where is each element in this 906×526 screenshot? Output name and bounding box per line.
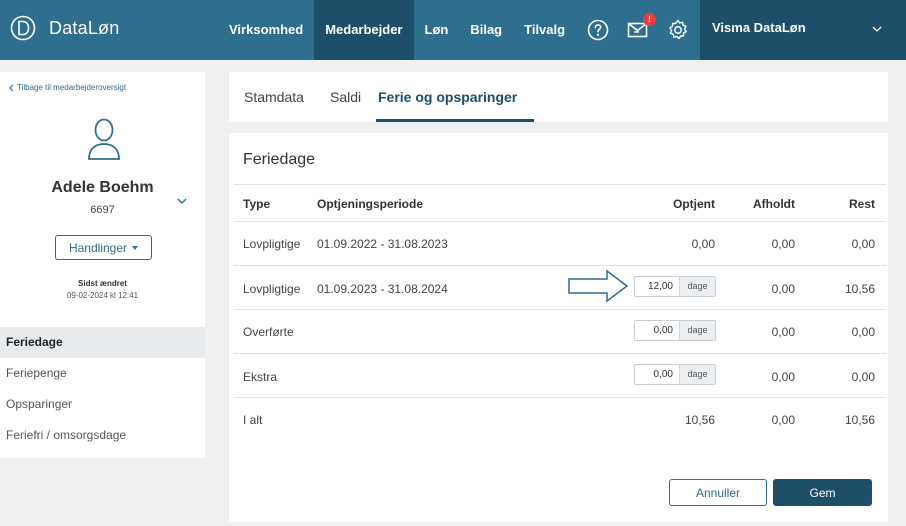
transferred-days-input[interactable]: 0,00 dage <box>634 320 716 341</box>
row-period: 01.09.2022 - 31.08.2023 <box>317 237 448 251</box>
vacation-days-card: Feriedage Type Optjeningsperiode Optjent… <box>229 133 888 522</box>
row-rest: 10,56 <box>844 282 875 296</box>
row-earned: 0,00 <box>691 237 715 251</box>
title-divider <box>234 184 886 185</box>
row-taken: 0,00 <box>771 325 795 339</box>
extra-days-input[interactable]: 0,00 dage <box>634 364 716 385</box>
last-changed-value: 09-02-2024 kl 12:41 <box>66 291 139 300</box>
sidebar-nav: Feriedage Feriepenge Opsparinger Feriefr… <box>0 327 205 451</box>
sidebar-item-opsparinger[interactable]: Opsparinger <box>0 389 205 420</box>
app-logo[interactable]: DataLøn <box>10 15 119 41</box>
row-taken: 0,00 <box>771 237 795 251</box>
total-earned: 10,56 <box>684 413 715 427</box>
header-type: Type <box>243 197 271 211</box>
header-period: Optjeningsperiode <box>317 197 424 211</box>
unit-label: dage <box>679 365 715 384</box>
nav-virksomhed[interactable]: Virksomhed <box>218 0 314 60</box>
nav-lon[interactable]: Løn <box>414 0 460 60</box>
nav-bilag[interactable]: Bilag <box>459 0 513 60</box>
row-type: Lovpligtige <box>243 237 301 251</box>
header-rest: Rest <box>848 197 875 211</box>
extra-days-value: 0,00 <box>653 369 673 380</box>
header-taken: Afholdt <box>753 197 795 211</box>
actions-dropdown-button[interactable]: Handlinger <box>55 235 152 260</box>
help-icon[interactable] <box>586 18 610 42</box>
chevron-down-icon <box>872 26 882 32</box>
user-menu-label: Visma DataLøn <box>712 20 806 35</box>
transferred-days-value: 0,00 <box>653 325 673 336</box>
tab-ferie-og-opsparinger[interactable]: Ferie og opsparinger <box>378 89 517 105</box>
tab-stamdata[interactable]: Stamdata <box>244 89 304 105</box>
tabs-bar: Stamdata Saldi Ferie og opsparinger <box>229 72 888 122</box>
main-nav: Virksomhed Medarbejder Løn Bilag Tilvalg <box>218 0 576 60</box>
nav-tilvalg[interactable]: Tilvalg <box>513 0 576 60</box>
datalon-logo-icon <box>10 15 36 41</box>
total-taken: 0,00 <box>771 413 795 427</box>
nav-medarbejder[interactable]: Medarbejder <box>314 0 414 60</box>
row-divider <box>234 397 886 398</box>
row-type: I alt <box>243 413 263 427</box>
row-rest: 0,00 <box>851 370 875 384</box>
earned-days-value: 12,00 <box>647 281 673 292</box>
earned-days-input[interactable]: 12,00 dage <box>634 276 716 297</box>
active-tab-indicator <box>376 119 534 122</box>
save-button[interactable]: Gem <box>773 479 872 506</box>
actions-label: Handlinger <box>68 240 128 255</box>
sidebar-item-feriepenge[interactable]: Feriepenge <box>0 358 205 389</box>
employee-sidebar: Tilbage til medarbejderoversigt Adele Bo… <box>0 72 205 458</box>
employee-number: 6697 <box>90 204 115 216</box>
user-menu[interactable]: Visma DataLøn <box>700 0 906 60</box>
total-rest: 10,56 <box>844 413 875 427</box>
row-type: Ekstra <box>243 370 278 384</box>
caret-down-icon <box>132 245 139 250</box>
row-rest: 0,00 <box>851 325 875 339</box>
tab-saldi[interactable]: Saldi <box>330 89 361 105</box>
sidebar-item-feriedage[interactable]: Feriedage <box>0 327 205 358</box>
notification-badge: ! <box>643 13 656 26</box>
row-taken: 0,00 <box>771 282 795 296</box>
app-name: DataLøn <box>49 17 120 38</box>
header-earned: Optjent <box>673 197 715 211</box>
chevron-left-icon <box>9 84 14 91</box>
cancel-button[interactable]: Annuller <box>669 479 767 506</box>
row-type: Overførte <box>243 325 294 339</box>
header-divider <box>234 221 886 222</box>
row-rest: 0,00 <box>851 237 875 251</box>
row-type: Lovpligtige <box>243 282 301 296</box>
card-title: Feriedage <box>243 151 316 168</box>
row-divider <box>234 265 886 266</box>
row-divider <box>234 353 886 354</box>
unit-label: dage <box>679 277 715 296</box>
gear-icon[interactable] <box>666 18 690 42</box>
back-link-label: Tilbage til medarbejderoversigt <box>17 83 127 92</box>
unit-label: dage <box>679 321 715 340</box>
top-bar: DataLøn Virksomhed Medarbejder Løn Bilag… <box>0 0 906 60</box>
messages-button[interactable]: ! <box>626 13 656 42</box>
last-changed-label: Sidst ændret <box>78 279 127 288</box>
sidebar-item-feriefri[interactable]: Feriefri / omsorgsdage <box>0 420 205 451</box>
row-taken: 0,00 <box>771 370 795 384</box>
row-period: 01.09.2023 - 31.08.2024 <box>317 282 448 296</box>
row-divider <box>234 309 886 310</box>
employee-name: Adele Boehm <box>51 179 154 196</box>
arrow-right-icon <box>568 269 629 303</box>
back-link[interactable]: Tilbage til medarbejderoversigt <box>8 83 126 92</box>
user-avatar-icon <box>88 118 120 160</box>
